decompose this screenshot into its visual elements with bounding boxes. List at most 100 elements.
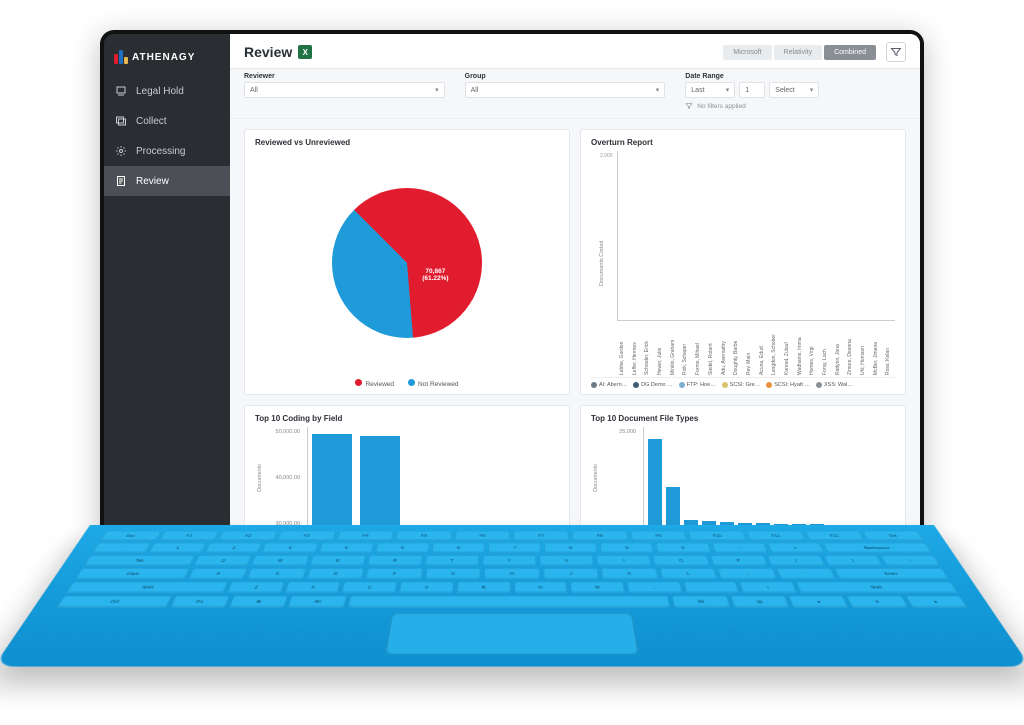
filter-label-reviewer: Reviewer <box>244 73 445 80</box>
card-title: Reviewed vs Unreviewed <box>255 138 559 147</box>
key: F <box>366 568 424 579</box>
key: K <box>601 568 659 579</box>
chevron-down-icon: ▾ <box>810 86 814 94</box>
sidebar-item-legal-hold[interactable]: Legal Hold <box>104 76 230 106</box>
y-tick: 2,000 <box>600 153 613 159</box>
laptop-keyboard: Esc F1F2F3 F4F5F6 F7F8F9 F10F11F12 Del `… <box>90 525 934 725</box>
key: S <box>247 568 307 579</box>
key: 3 <box>261 543 318 554</box>
pie-legend: Reviewed Not Reviewed <box>255 375 559 388</box>
legend-dot-icon <box>408 379 415 386</box>
key: 7 <box>488 543 541 554</box>
key: 8 <box>544 543 598 554</box>
x-axis-label: Labbe, Gordon <box>619 321 629 375</box>
x-axis-label: Leffer, Hermes <box>632 321 642 375</box>
x-axis-label: McBer, Jimena <box>873 321 883 375</box>
group-value: All <box>471 87 479 94</box>
filters-row: Reviewer All ▾ Group All ▾ Date Range <box>230 69 920 119</box>
key: ; <box>718 568 778 579</box>
excel-export-icon[interactable]: X <box>298 45 312 59</box>
brand-logo-icon <box>114 50 128 64</box>
key: F6 <box>454 531 510 541</box>
bar <box>360 436 400 526</box>
key: ] <box>823 555 883 566</box>
key: X <box>284 582 341 594</box>
chevron-down-icon: ▾ <box>435 86 439 94</box>
key: F4 <box>336 531 394 541</box>
page-title-text: Review <box>244 44 292 60</box>
bar <box>666 487 680 526</box>
key: Ctrl <box>56 596 172 608</box>
key: G <box>425 568 482 579</box>
sidebar: ATHENAGY Legal Hold Collect Processing <box>104 34 230 546</box>
chevron-down-icon: ▾ <box>726 86 730 94</box>
date-unit-value: Select <box>775 87 794 94</box>
x-axis-label: Formo, Mihael <box>695 321 705 375</box>
key: Z <box>227 582 285 594</box>
key: Del <box>863 531 925 541</box>
x-axis-label: Rev. Main <box>746 321 756 375</box>
key: / <box>739 582 797 594</box>
brand: ATHENAGY <box>104 42 230 76</box>
key: F9 <box>630 531 688 541</box>
main: Review X Microsoft Relativity Combined <box>230 34 920 546</box>
mode-tabs: Microsoft Relativity Combined <box>721 45 876 60</box>
tab-relativity[interactable]: Relativity <box>774 45 822 60</box>
key: 5 <box>375 543 430 554</box>
date-preset-value: Last <box>691 87 704 94</box>
filter-label-date-range: Date Range <box>685 73 906 80</box>
key: F1 <box>159 531 220 541</box>
key: O <box>653 555 710 566</box>
key: N <box>514 582 568 594</box>
overturn-x-labels: Labbe, GordonLeffer, HermesSchrader, Eri… <box>617 321 895 375</box>
sidebar-item-review[interactable]: Review <box>104 166 230 196</box>
card-title: Overturn Report <box>591 138 895 147</box>
key: ` <box>92 543 151 554</box>
date-preset-select[interactable]: Last ▾ <box>685 82 735 98</box>
reviewer-select[interactable]: All ▾ <box>244 82 445 98</box>
x-axis-label: Zimore, Deanna <box>847 321 857 375</box>
y-axis-label: Documents <box>591 427 601 529</box>
x-axis-label: Adu, Avernathy <box>721 321 731 375</box>
key: F12 <box>804 531 865 541</box>
x-axis-label: Schrader, Erick <box>644 321 654 375</box>
gavel-icon <box>114 84 128 98</box>
x-axis-label: Forsy, Loch <box>822 321 832 375</box>
key: Enter <box>834 568 949 579</box>
key: U <box>539 555 594 566</box>
sidebar-item-label: Review <box>136 176 169 187</box>
card-top10-filetypes: Top 10 Document File Types Documents 25,… <box>580 405 906 536</box>
key: Alt <box>288 596 347 608</box>
key <box>347 596 671 608</box>
x-axis-label: Rattynn, Jona <box>835 321 845 375</box>
key: Y <box>482 555 537 566</box>
key: Fn <box>169 596 230 608</box>
key: F10 <box>688 531 747 541</box>
date-unit-select[interactable]: Select ▾ <box>769 82 819 98</box>
tab-combined[interactable]: Combined <box>824 45 876 60</box>
key: I <box>596 555 652 566</box>
key: E <box>309 555 366 566</box>
key: \ <box>880 555 941 566</box>
key: [ <box>766 555 825 566</box>
x-axis-label: Acuna, Edud <box>759 321 769 375</box>
screen: ATHENAGY Legal Hold Collect Processing <box>104 34 920 546</box>
tab-microsoft[interactable]: Microsoft <box>723 45 771 60</box>
key: 6 <box>431 543 485 554</box>
sidebar-item-processing[interactable]: Processing <box>104 136 230 166</box>
x-axis-label: Doughty, Barbe <box>733 321 743 375</box>
x-axis-label: Siedel, Robert <box>708 321 718 375</box>
date-count-input[interactable]: 1 <box>739 82 765 98</box>
key: B <box>456 582 510 594</box>
key: C <box>341 582 397 594</box>
pie-label-reviewed: 70,867 (61.22%) <box>422 268 448 284</box>
key: W <box>251 555 309 566</box>
key: T <box>424 555 479 566</box>
key: Backspace <box>822 543 932 554</box>
card-reviewed-vs-unreviewed: Reviewed vs Unreviewed 70,867 (61.22%) 4… <box>244 129 570 395</box>
gear-icon <box>114 144 128 158</box>
group-select[interactable]: All ▾ <box>465 82 666 98</box>
sidebar-item-collect[interactable]: Collect <box>104 106 230 136</box>
x-axis-label: Wadhams, Imma <box>797 321 807 375</box>
filter-button[interactable] <box>886 42 906 62</box>
